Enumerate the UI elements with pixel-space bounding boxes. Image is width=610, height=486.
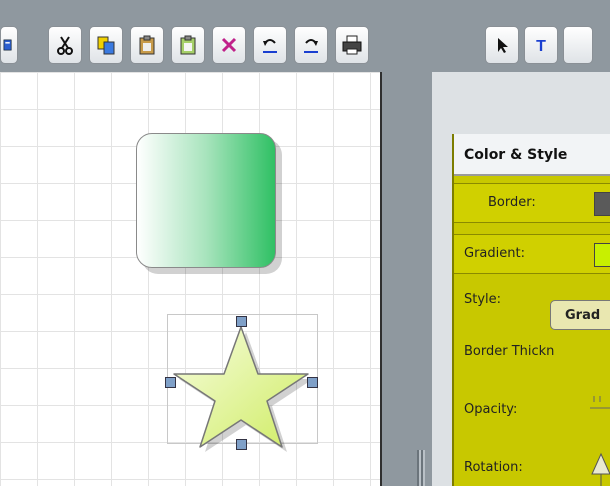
redo-button[interactable] [294, 26, 328, 64]
gradient-row: Gradient: [454, 234, 610, 274]
panel-gutter [382, 72, 432, 486]
copy-button[interactable] [89, 26, 123, 64]
rotation-slider-thumb[interactable] [590, 452, 610, 486]
cursor-icon [498, 38, 508, 53]
border-color-swatch[interactable] [594, 192, 610, 216]
document-icon [3, 39, 12, 51]
rounded-rectangle-shape[interactable] [136, 133, 276, 268]
text-tool-button[interactable]: T [524, 26, 558, 64]
clipboard-icon [139, 35, 155, 55]
clipboard-icon [180, 35, 196, 55]
panel-header[interactable]: Color & Style [454, 134, 610, 176]
cut-button[interactable] [48, 26, 82, 64]
panel-title: Color & Style [464, 147, 568, 163]
copy-icon [97, 36, 115, 55]
scissors-icon [57, 36, 73, 55]
style-dropdown[interactable]: Grad [550, 300, 610, 330]
resize-handle-bottom[interactable] [236, 439, 247, 450]
resize-handle-top[interactable] [236, 316, 247, 327]
x-icon [221, 37, 237, 53]
style-label: Style: [464, 292, 502, 307]
resize-handle-right[interactable] [307, 377, 318, 388]
opacity-label: Opacity: [464, 402, 518, 417]
paste-special-button[interactable] [171, 26, 205, 64]
svg-text:T: T [536, 38, 546, 55]
gradient-label: Gradient: [464, 246, 525, 261]
toolbar: T [0, 0, 610, 72]
printer-icon [342, 35, 362, 55]
new-document-button[interactable] [0, 26, 18, 64]
toolbar-button-partial[interactable] [563, 26, 593, 64]
opacity-slider[interactable] [588, 392, 610, 412]
delete-button[interactable] [212, 26, 246, 64]
border-thickness-label: Border Thickn [464, 344, 555, 359]
undo-button[interactable] [253, 26, 287, 64]
border-label: Border: [488, 195, 536, 210]
resize-handle-left[interactable] [165, 377, 176, 388]
pointer-tool-button[interactable] [485, 26, 519, 64]
redo-icon [304, 39, 318, 53]
splitter-grip[interactable] [417, 450, 425, 486]
gradient-color-swatch[interactable] [594, 243, 610, 267]
undo-icon [263, 39, 277, 53]
star-shape[interactable] [170, 324, 316, 454]
drawing-canvas[interactable] [0, 72, 382, 486]
border-row: Border: [454, 183, 610, 223]
diagram-editor-window: T Color & Style Border: Gradient: Style:… [0, 0, 610, 486]
color-style-panel: Color & Style Border: Gradient: Style: G… [452, 134, 610, 486]
rotation-label: Rotation: [464, 460, 523, 475]
text-icon: T [536, 38, 546, 55]
print-button[interactable] [335, 26, 369, 64]
paste-button[interactable] [130, 26, 164, 64]
